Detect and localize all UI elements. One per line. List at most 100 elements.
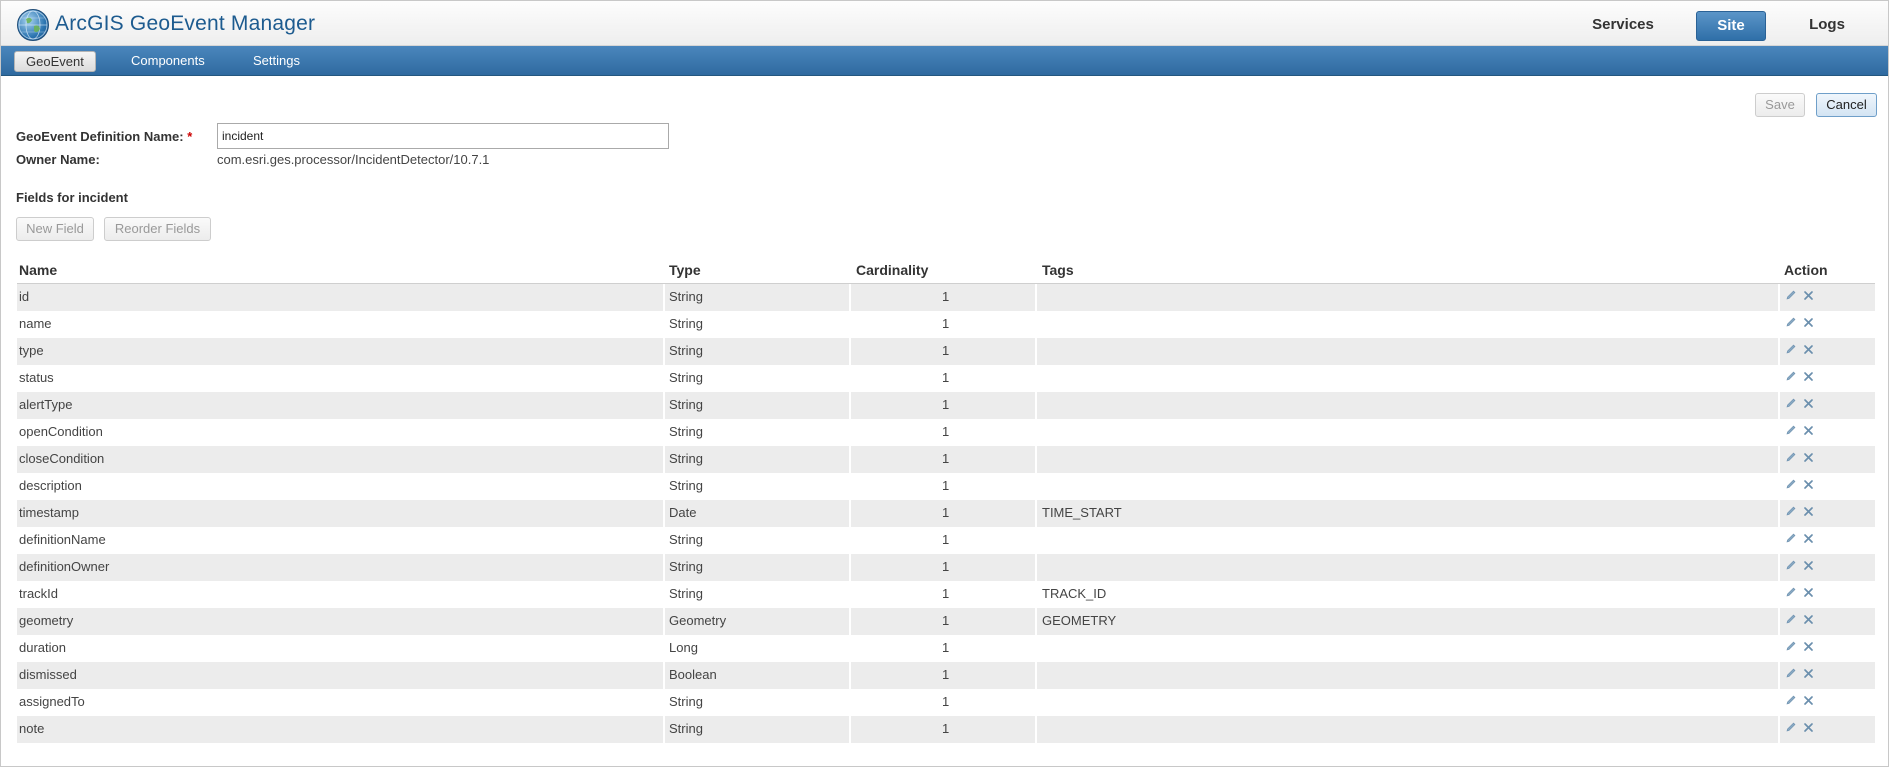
column-divider [849, 608, 851, 635]
close-icon[interactable] [1803, 370, 1814, 385]
pencil-icon[interactable] [1785, 694, 1797, 709]
column-divider [1778, 554, 1780, 581]
column-divider [849, 500, 851, 527]
cancel-button[interactable]: Cancel [1816, 93, 1877, 117]
close-icon[interactable] [1803, 613, 1814, 628]
save-button[interactable]: Save [1755, 93, 1805, 117]
column-divider [1035, 662, 1037, 689]
column-divider [1035, 419, 1037, 446]
definition-name-input[interactable] [217, 123, 669, 149]
column-divider [1035, 365, 1037, 392]
table-row[interactable]: id String 1 [17, 284, 1875, 311]
table-row[interactable]: type String 1 [17, 338, 1875, 365]
col-header-name[interactable]: Name [19, 262, 57, 278]
close-icon[interactable] [1803, 667, 1814, 682]
pencil-icon[interactable] [1785, 586, 1797, 601]
cell-cardinality: 1 [942, 505, 950, 520]
table-row[interactable]: timestamp Date 1 TIME_START [17, 500, 1875, 527]
table-row[interactable]: geometry Geometry 1 GEOMETRY [17, 608, 1875, 635]
column-divider [849, 527, 851, 554]
tab-settings[interactable]: Settings [253, 51, 300, 70]
table-row[interactable]: description String 1 [17, 473, 1875, 500]
cell-cardinality: 1 [942, 586, 950, 601]
column-divider [1035, 689, 1037, 716]
table-row[interactable]: definitionOwner String 1 [17, 554, 1875, 581]
table-row[interactable]: note String 1 [17, 716, 1875, 743]
pencil-icon[interactable] [1785, 478, 1797, 493]
close-icon[interactable] [1803, 505, 1814, 520]
cell-cardinality: 1 [942, 343, 950, 358]
table-body: id String 1 name String 1 type String 1 status Str… [17, 284, 1875, 743]
close-icon[interactable] [1803, 424, 1814, 439]
table-row[interactable]: duration Long 1 [17, 635, 1875, 662]
close-icon[interactable] [1803, 532, 1814, 547]
pencil-icon[interactable] [1785, 370, 1797, 385]
pencil-icon[interactable] [1785, 343, 1797, 358]
table-row[interactable]: trackId String 1 TRACK_ID [17, 581, 1875, 608]
pencil-icon[interactable] [1785, 289, 1797, 304]
nav-logs[interactable]: Logs [1789, 11, 1865, 39]
table-row[interactable]: openCondition String 1 [17, 419, 1875, 446]
tab-geoevent[interactable]: GeoEvent [14, 51, 96, 72]
pencil-icon[interactable] [1785, 613, 1797, 628]
cell-type: String [669, 451, 703, 466]
close-icon[interactable] [1803, 478, 1814, 493]
pencil-icon[interactable] [1785, 316, 1797, 331]
close-icon[interactable] [1803, 289, 1814, 304]
pencil-icon[interactable] [1785, 667, 1797, 682]
close-icon[interactable] [1803, 451, 1814, 466]
cell-type: Boolean [669, 667, 717, 682]
cell-cardinality: 1 [942, 532, 950, 547]
column-divider [849, 689, 851, 716]
column-divider [849, 338, 851, 365]
cell-cardinality: 1 [942, 478, 950, 493]
nav-site[interactable]: Site [1696, 11, 1766, 41]
table-row[interactable]: closeCondition String 1 [17, 446, 1875, 473]
column-divider [849, 419, 851, 446]
nav-services[interactable]: Services [1581, 11, 1665, 39]
cell-tags: TRACK_ID [1042, 586, 1107, 601]
table-row[interactable]: dismissed Boolean 1 [17, 662, 1875, 689]
close-icon[interactable] [1803, 343, 1814, 358]
close-icon[interactable] [1803, 559, 1814, 574]
close-icon[interactable] [1803, 721, 1814, 736]
cell-cardinality: 1 [942, 613, 950, 628]
cell-name: type [19, 343, 44, 358]
column-divider [849, 365, 851, 392]
pencil-icon[interactable] [1785, 505, 1797, 520]
new-field-button[interactable]: New Field [16, 217, 94, 241]
close-icon[interactable] [1803, 316, 1814, 331]
tab-components[interactable]: Components [131, 51, 205, 70]
close-icon[interactable] [1803, 640, 1814, 655]
close-icon[interactable] [1803, 694, 1814, 709]
column-divider [1035, 500, 1037, 527]
pencil-icon[interactable] [1785, 721, 1797, 736]
top-header: ArcGIS GeoEvent Manager Services Site Lo… [1, 1, 1888, 46]
pencil-icon[interactable] [1785, 424, 1797, 439]
col-header-type[interactable]: Type [669, 262, 701, 278]
table-row[interactable]: name String 1 [17, 311, 1875, 338]
table-row[interactable]: status String 1 [17, 365, 1875, 392]
pencil-icon[interactable] [1785, 532, 1797, 547]
column-divider [1778, 662, 1780, 689]
close-icon[interactable] [1803, 586, 1814, 601]
pencil-icon[interactable] [1785, 559, 1797, 574]
table-row[interactable]: definitionName String 1 [17, 527, 1875, 554]
close-icon[interactable] [1803, 397, 1814, 412]
column-divider [1778, 581, 1780, 608]
pencil-icon[interactable] [1785, 640, 1797, 655]
table-row[interactable]: assignedTo String 1 [17, 689, 1875, 716]
column-divider [1778, 446, 1780, 473]
pencil-icon[interactable] [1785, 451, 1797, 466]
cell-name: description [19, 478, 82, 493]
table-row[interactable]: alertType String 1 [17, 392, 1875, 419]
reorder-fields-button[interactable]: Reorder Fields [104, 217, 211, 241]
cell-type: Geometry [669, 613, 727, 628]
col-header-tags[interactable]: Tags [1042, 262, 1074, 278]
column-divider [1778, 716, 1780, 743]
arcgis-globe-icon [17, 9, 49, 41]
column-divider [1035, 554, 1037, 581]
pencil-icon[interactable] [1785, 397, 1797, 412]
column-divider [663, 284, 665, 311]
col-header-cardinality[interactable]: Cardinality [856, 262, 928, 278]
